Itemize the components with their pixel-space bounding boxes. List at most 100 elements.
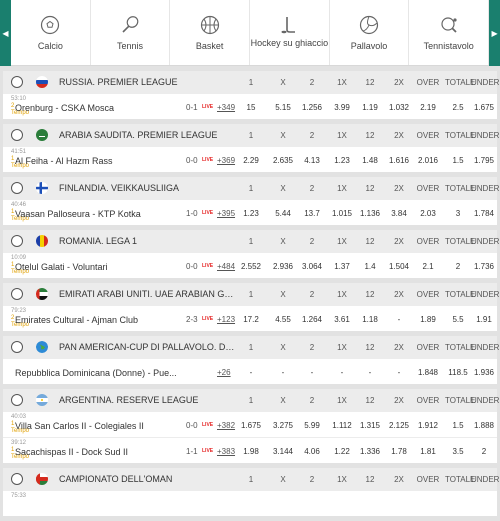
odd-value[interactable]: 1.736 — [471, 262, 497, 271]
more-markets-link[interactable]: +382 — [217, 421, 235, 430]
odd-value[interactable]: 1.23 — [329, 156, 355, 165]
odd-value[interactable]: 2.19 — [415, 103, 441, 112]
more-markets-link[interactable]: +395 — [217, 209, 235, 218]
match-row[interactable]: Repubblica Dominicana (Donne) - Pue... +2… — [3, 358, 497, 384]
match-teams[interactable]: Villa San Carlos II - Colegiales II — [15, 421, 144, 431]
more-markets-link[interactable]: +123 — [217, 315, 235, 324]
odd-value[interactable]: 2.016 — [415, 156, 441, 165]
odd-value[interactable]: 1.015 — [329, 209, 355, 218]
odd-value[interactable]: - — [270, 368, 296, 377]
odd-value[interactable]: - — [329, 368, 355, 377]
league-header[interactable]: ROMANIA. LEGA 1 1 X 2 1X 12 2X OVER TOTALE UNDER — [3, 230, 499, 252]
odd-value[interactable]: 17.2 — [238, 315, 264, 324]
odd-value[interactable]: 3.144 — [270, 447, 296, 456]
match-row[interactable]: 39:12 1 Tempo Sacachispas II - Dock Sud II 1… — [3, 437, 497, 463]
match-teams[interactable]: Vaasan Palloseura - KTP Kotka — [15, 209, 141, 219]
match-teams[interactable]: Orenburg - CSKA Mosca — [15, 103, 114, 113]
sport-tab-basket[interactable]: Basket — [170, 0, 251, 65]
league-header[interactable]: RUSSIA. PREMIER LEAGUE 1 X 2 1X 12 2X OVER TOTAL… — [3, 71, 499, 93]
odd-value[interactable]: 2.03 — [415, 209, 441, 218]
odd-value[interactable]: 1.89 — [415, 315, 441, 324]
match-row[interactable]: 40:03 1 Tempo Villa San Carlos II - Colegia… — [3, 411, 497, 437]
odd-value[interactable]: - — [238, 368, 264, 377]
odd-value[interactable]: 1.48 — [357, 156, 383, 165]
match-row[interactable]: 40:46 1 Tempo Vaasan Palloseura - KTP Kotka… — [3, 199, 497, 225]
more-markets-link[interactable]: +383 — [217, 447, 235, 456]
more-markets-link[interactable]: +484 — [217, 262, 235, 271]
odd-value[interactable]: 1.675 — [471, 103, 497, 112]
odd-value[interactable]: 1.22 — [329, 447, 355, 456]
match-teams[interactable]: Otelul Galati - Voluntari — [15, 262, 108, 272]
odd-value[interactable]: 5.15 — [270, 103, 296, 112]
league-header[interactable]: EMIRATI ARABI UNITI. UAE ARABIAN GUL... 1… — [3, 283, 499, 305]
odd-value[interactable]: 1.256 — [299, 103, 325, 112]
sport-tab-pallavolo[interactable]: Pallavolo — [330, 0, 410, 65]
league-header[interactable]: FINLANDIA. VEIKKAUSLIIGA 1 X 2 1X 12 2X OVER TOT… — [3, 177, 499, 199]
odd-value[interactable]: 1.264 — [299, 315, 325, 324]
scroll-right-arrow-icon[interactable]: ▶ — [489, 0, 500, 66]
odd-value[interactable]: 4.13 — [299, 156, 325, 165]
match-row[interactable]: 75:33 — [3, 490, 497, 516]
scroll-left-arrow-icon[interactable]: ◀ — [0, 0, 11, 66]
odd-value[interactable]: 1.78 — [386, 447, 412, 456]
odd-value[interactable]: 1.784 — [471, 209, 497, 218]
odd-value[interactable]: 1.19 — [357, 103, 383, 112]
odd-value[interactable]: 3.99 — [329, 103, 355, 112]
odd-value[interactable]: 1.504 — [386, 262, 412, 271]
league-header[interactable]: PAN AMERICAN-CUP DI PALLAVOLO. DO... 1 X 2 1… — [3, 336, 499, 358]
odd-value[interactable]: 2.936 — [270, 262, 296, 271]
odd-value[interactable]: 3 — [445, 209, 471, 218]
odd-value[interactable]: 3.064 — [299, 262, 325, 271]
odd-value[interactable]: 13.7 — [299, 209, 325, 218]
more-markets-link[interactable]: +26 — [217, 368, 231, 377]
odd-value[interactable]: 1.136 — [357, 209, 383, 218]
odd-value[interactable]: 5.44 — [270, 209, 296, 218]
odd-value[interactable]: 118.5 — [445, 368, 471, 377]
match-teams[interactable]: Emirates Cultural - Ajman Club — [15, 315, 138, 325]
odd-value[interactable]: 3.5 — [445, 447, 471, 456]
odd-value[interactable]: 1.18 — [357, 315, 383, 324]
odd-value[interactable]: 4.06 — [299, 447, 325, 456]
sport-tab-calcio[interactable]: Calcio — [11, 0, 91, 65]
odd-value[interactable]: 1.336 — [357, 447, 383, 456]
odd-value[interactable]: 2.5 — [445, 103, 471, 112]
odd-value[interactable]: - — [386, 315, 412, 324]
odd-value[interactable]: 2 — [471, 447, 497, 456]
odd-value[interactable]: 3.84 — [386, 209, 412, 218]
odd-value[interactable]: 5.5 — [445, 315, 471, 324]
odd-value[interactable]: 1.912 — [415, 421, 441, 430]
odd-value[interactable]: - — [386, 368, 412, 377]
odd-value[interactable]: 2 — [445, 262, 471, 271]
odd-value[interactable]: 2.1 — [415, 262, 441, 271]
odd-value[interactable]: 1.616 — [386, 156, 412, 165]
match-teams[interactable]: Al Feiha - Al Hazm Rass — [15, 156, 113, 166]
odd-value[interactable]: 1.37 — [329, 262, 355, 271]
odd-value[interactable]: 3.61 — [329, 315, 355, 324]
league-header[interactable]: ARGENTINA. RESERVE LEAGUE 1 X 2 1X 12 2X OVER TO… — [3, 389, 499, 411]
odd-value[interactable]: 2.552 — [238, 262, 264, 271]
odd-value[interactable]: 1.936 — [471, 368, 497, 377]
sport-tab-hockey[interactable]: Hockey su ghiaccio — [250, 0, 330, 65]
odd-value[interactable]: 5.99 — [299, 421, 325, 430]
league-header[interactable]: ARABIA SAUDITA. PREMIER LEAGUE 1 X 2 1X 12 2X O… — [3, 124, 499, 146]
match-row[interactable]: 53:10 2 Tempo Orenburg - CSKA Mosca 0-1 LIVE +… — [3, 93, 497, 119]
match-row[interactable]: 79:23 2 Tempo Emirates Cultural - Ajman Clu… — [3, 305, 497, 331]
match-teams[interactable]: Repubblica Dominicana (Donne) - Pue... — [15, 368, 177, 378]
odd-value[interactable]: 1.81 — [415, 447, 441, 456]
odd-value[interactable]: 1.4 — [357, 262, 383, 271]
more-markets-link[interactable]: +369 — [217, 156, 235, 165]
odd-value[interactable]: 1.315 — [357, 421, 383, 430]
odd-value[interactable]: 1.5 — [445, 421, 471, 430]
match-teams[interactable]: Sacachispas II - Dock Sud II — [15, 447, 128, 457]
more-markets-link[interactable]: +349 — [217, 103, 235, 112]
odd-value[interactable]: 1.5 — [445, 156, 471, 165]
odd-value[interactable]: 4.55 — [270, 315, 296, 324]
odd-value[interactable]: - — [299, 368, 325, 377]
odd-value[interactable]: 1.032 — [386, 103, 412, 112]
odd-value[interactable]: 1.675 — [238, 421, 264, 430]
odd-value[interactable]: 15 — [238, 103, 264, 112]
odd-value[interactable]: 1.112 — [329, 421, 355, 430]
odd-value[interactable]: 2.635 — [270, 156, 296, 165]
odd-value[interactable]: 1.848 — [415, 368, 441, 377]
sport-tab-tennistavolo[interactable]: Tennistavolo — [409, 0, 490, 65]
